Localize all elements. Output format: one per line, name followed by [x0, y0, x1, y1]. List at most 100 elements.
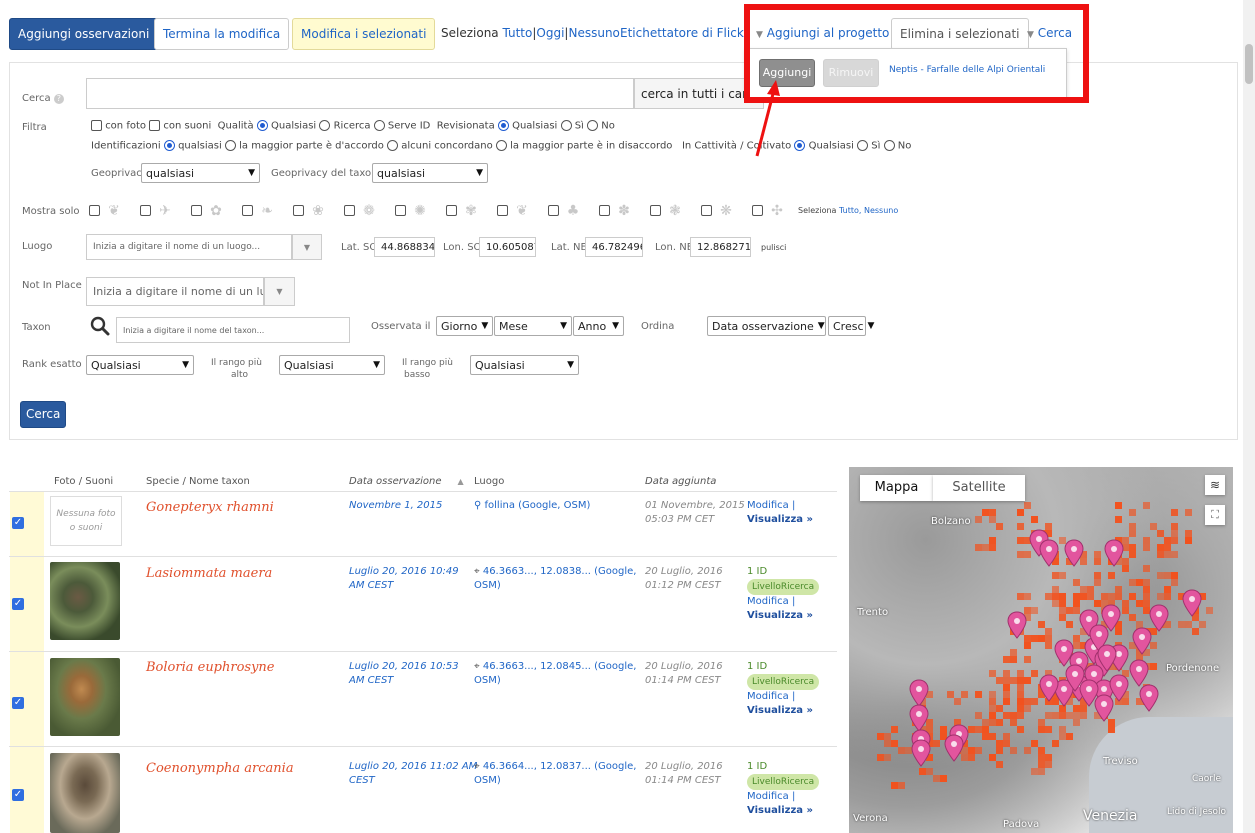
iconic-checkbox[interactable] — [242, 205, 253, 216]
observation-pin[interactable] — [1039, 674, 1059, 702]
species-link[interactable]: Gonepteryx rhamni — [146, 500, 274, 515]
iconic-checkbox[interactable] — [191, 205, 202, 216]
edit-selected-button[interactable]: Modifica i selezionati — [292, 18, 436, 50]
observation-pin[interactable] — [1182, 589, 1202, 617]
exact-rank-select[interactable]: Qualsiasi ▼ — [86, 355, 194, 375]
observation-pin[interactable] — [1129, 659, 1149, 687]
observation-pin[interactable] — [1039, 539, 1059, 567]
select-today-link[interactable]: Oggi — [536, 26, 564, 40]
search-submit-button[interactable]: Cerca — [20, 401, 67, 428]
observation-pin[interactable] — [911, 739, 931, 767]
iconic-checkbox[interactable] — [599, 205, 610, 216]
iconic-checkbox[interactable] — [344, 205, 355, 216]
observation-date[interactable]: Luglio 20, 2016 11:02 AM CEST — [349, 760, 477, 788]
highest-rank-select[interactable]: Qualsiasi ▼ — [279, 355, 385, 375]
row-checkbox[interactable]: ✓ — [12, 517, 24, 529]
row-checkbox[interactable]: ✓ — [12, 789, 24, 801]
iconic-checkbox[interactable] — [446, 205, 457, 216]
observations-map[interactable]: Mappa Satellite ≋ ⛶ Bolzano Trento Porde… — [849, 467, 1233, 833]
view-link[interactable]: Visualizza » — [747, 805, 813, 816]
day-select[interactable]: Giorno ▼ — [436, 316, 493, 336]
lat-ne-input[interactable]: 46.782496 — [585, 237, 643, 257]
quality-needs-id-radio[interactable] — [373, 120, 385, 131]
place-dropdown-button[interactable]: ▼ — [292, 234, 322, 260]
observation-photo[interactable] — [50, 753, 120, 833]
page-scrollbar[interactable] — [1243, 0, 1255, 833]
observation-pin[interactable] — [1139, 684, 1159, 712]
with-sound-checkbox[interactable] — [149, 120, 161, 131]
species-link[interactable]: Coenonympha arcania — [146, 761, 294, 776]
quality-any-radio[interactable] — [256, 120, 268, 131]
not-in-place-dropdown-button[interactable]: ▼ — [264, 277, 295, 306]
taxon-geoprivacy-select[interactable]: qualsiasi ▼ — [372, 163, 488, 183]
observation-date[interactable]: Luglio 20, 2016 10:49 AM CEST — [349, 565, 459, 593]
reviewed-yes-radio[interactable] — [560, 120, 572, 131]
observation-pin[interactable] — [1007, 611, 1027, 639]
reviewed-any-radio[interactable] — [497, 120, 509, 131]
iconic-checkbox[interactable] — [89, 205, 100, 216]
edit-link[interactable]: Modifica | — [747, 596, 795, 607]
order-direction-select[interactable]: Cresc ▼ — [828, 316, 874, 336]
edit-link[interactable]: Modifica | — [747, 500, 795, 511]
location-link[interactable]: ⌖ 46.3663..., 12.0845... (Google, OSM) — [474, 660, 637, 688]
captive-no-radio[interactable] — [883, 140, 895, 151]
observation-pin[interactable] — [1149, 604, 1169, 632]
reviewed-no-radio[interactable] — [587, 120, 599, 131]
captive-any-radio[interactable] — [794, 140, 806, 151]
row-checkbox[interactable]: ✓ — [12, 598, 24, 610]
observation-pin[interactable] — [909, 679, 929, 707]
lowest-rank-select[interactable]: Qualsiasi ▼ — [470, 355, 579, 375]
quality-research-radio[interactable] — [319, 120, 331, 131]
edit-link[interactable]: Modifica | — [747, 791, 795, 802]
edit-link[interactable]: Modifica | — [747, 691, 795, 702]
location-link[interactable]: ⌖ 46.3664..., 12.0837... (Google, OSM) — [474, 760, 637, 788]
taxon-input[interactable]: Inizia a digitare il nome del taxon... — [116, 317, 350, 343]
lat-sw-input[interactable]: 44.868834 — [374, 237, 435, 257]
iconic-checkbox[interactable] — [752, 205, 763, 216]
iconic-checkbox[interactable] — [548, 205, 559, 216]
col-date-header[interactable]: Data osservazione ▲ — [349, 476, 464, 487]
observation-pin[interactable] — [1064, 539, 1084, 567]
geoprivacy-select[interactable]: qualsiasi ▼ — [141, 163, 260, 183]
fullscreen-icon[interactable]: ⛶ — [1205, 505, 1225, 525]
select-none-link[interactable]: Nessuno — [568, 26, 619, 40]
iconic-checkbox[interactable] — [293, 205, 304, 216]
scrollbar-thumb[interactable] — [1245, 44, 1253, 84]
observation-date[interactable]: Novembre 1, 2015 — [349, 499, 442, 513]
location-link[interactable]: ⌖ 46.3663..., 12.0838... (Google, OSM) — [474, 565, 637, 593]
species-link[interactable]: Boloria euphrosyne — [146, 660, 275, 675]
ident-some-agree-radio[interactable] — [387, 140, 399, 151]
map-type-satellite-tab[interactable]: Satellite — [933, 475, 1025, 501]
lon-sw-input[interactable]: 10.605087( — [479, 237, 536, 257]
map-type-map-tab[interactable]: Mappa — [860, 475, 933, 501]
iconic-checkbox[interactable] — [395, 205, 406, 216]
order-by-select[interactable]: Data osservazione ▼ — [707, 316, 826, 336]
iconic-checkbox[interactable] — [497, 205, 508, 216]
help-icon[interactable]: ? — [53, 94, 64, 104]
with-photo-checkbox[interactable] — [91, 120, 102, 131]
view-link[interactable]: Visualizza » — [747, 514, 813, 525]
view-link[interactable]: Visualizza » — [747, 705, 813, 716]
layers-icon[interactable]: ≋ — [1205, 475, 1225, 495]
observation-pin[interactable] — [1079, 679, 1099, 707]
iconic-checkbox[interactable] — [701, 205, 712, 216]
observation-pin[interactable] — [909, 704, 929, 732]
captive-yes-radio[interactable] — [857, 140, 869, 151]
species-link[interactable]: Lasiommata maera — [146, 566, 272, 581]
observation-pin[interactable] — [1104, 539, 1124, 567]
select-all-link[interactable]: Tutto — [502, 26, 532, 40]
observation-photo[interactable] — [50, 658, 120, 736]
place-input[interactable]: Inizia a digitare il nome di un luogo... — [86, 234, 292, 260]
observation-date[interactable]: Luglio 20, 2016 10:53 AM CEST — [349, 660, 459, 688]
add-observations-button[interactable]: Aggiungi osservazioni — [9, 18, 159, 50]
iconic-checkbox[interactable] — [650, 205, 661, 216]
year-select[interactable]: Anno ▼ — [573, 316, 624, 336]
row-checkbox[interactable]: ✓ — [12, 697, 24, 709]
ident-most-disagree-radio[interactable] — [495, 140, 507, 151]
lon-ne-input[interactable]: 12.8682712 — [690, 237, 751, 257]
iconic-select-none-link[interactable]: Nessuno — [864, 206, 898, 215]
clear-bounds-link[interactable]: pulisci — [761, 243, 786, 252]
observation-photo[interactable] — [50, 562, 120, 640]
ident-any-radio[interactable] — [163, 140, 175, 151]
view-link[interactable]: Visualizza » — [747, 610, 813, 621]
